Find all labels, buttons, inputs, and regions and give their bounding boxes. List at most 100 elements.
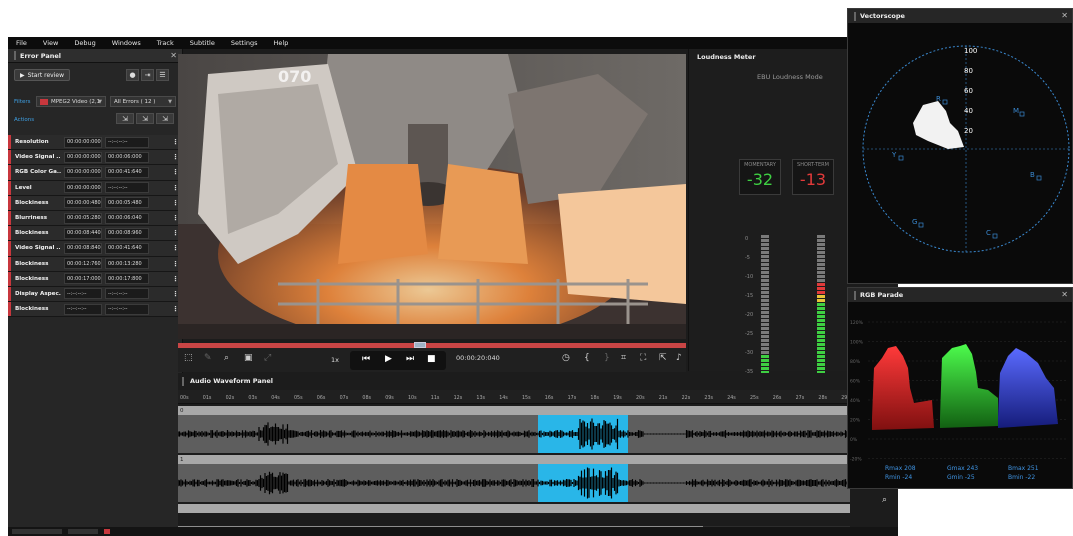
action-icon-2[interactable]: ⇲ <box>136 113 154 124</box>
mark-out-icon[interactable]: } <box>604 353 610 363</box>
error-start-time[interactable]: 00:00:00:000 <box>64 182 102 194</box>
error-row[interactable]: Blockiness --:--:--:-- --:--:--:-- ⋮ <box>8 302 183 318</box>
waveform-track-1[interactable] <box>177 464 850 502</box>
ruler-tick-label: 00s <box>180 396 189 401</box>
grip-icon[interactable] <box>14 51 16 60</box>
parade-scale-label: 40% <box>850 398 861 404</box>
playback-speed[interactable]: 1x <box>331 356 339 364</box>
error-start-time[interactable]: 00:00:00:480 <box>64 197 102 209</box>
mark-in-icon[interactable]: { <box>584 353 590 363</box>
error-start-time[interactable]: 00:00:05:280 <box>64 212 102 224</box>
ruler-tick-label: 16s <box>544 396 554 401</box>
error-start-time[interactable]: --:--:--:-- <box>64 303 102 315</box>
vectorscope-trace <box>913 101 964 149</box>
ruler-tick-label: 15s <box>522 396 531 401</box>
video-frame[interactable]: 070 <box>178 54 686 339</box>
green-channel <box>940 344 998 428</box>
menu-view[interactable]: View <box>43 39 58 47</box>
menu-windows[interactable]: Windows <box>112 39 141 47</box>
waveform-path <box>177 418 850 450</box>
select-tool-icon[interactable]: ⬚ <box>184 353 193 363</box>
close-icon[interactable]: ✕ <box>1061 11 1068 20</box>
grip-icon[interactable] <box>854 11 856 21</box>
error-row[interactable]: Level 00:00:00:000 --:--:--:-- ⋮ <box>8 180 183 196</box>
error-row[interactable]: Blurriness 00:00:05:280 00:00:06:040 ⋮ <box>8 210 183 227</box>
menu-file[interactable]: File <box>16 39 27 47</box>
error-end-time[interactable]: 00:00:17:800 <box>105 273 149 285</box>
menu-settings[interactable]: Settings <box>231 39 258 47</box>
meter-segment <box>761 307 769 310</box>
error-start-time[interactable]: 00:00:00:000 <box>64 151 102 163</box>
skip-back-icon[interactable]: ⏮ <box>362 354 370 364</box>
ruler-tick-label: 17s <box>567 396 577 401</box>
menu-track[interactable]: Track <box>157 39 174 47</box>
error-row[interactable]: Display Aspec... --:--:--:-- --:--:--:-- ⋮ <box>8 286 183 303</box>
error-row[interactable]: Blockiness 00:00:08:440 00:00:08:960 ⋮ <box>8 226 183 242</box>
error-start-time[interactable]: 00:00:00:000 <box>64 136 102 148</box>
error-row[interactable]: Video Signal ... 00:00:08:840 00:00:41:640… <box>8 241 183 257</box>
stream-filter-dropdown[interactable]: MPEG2 Video (2,1 ▼ <box>36 96 106 107</box>
error-row[interactable]: Blockiness 00:00:00:480 00:00:05:480 ⋮ <box>8 195 183 211</box>
action-icon-1[interactable]: ⇲ <box>116 113 134 124</box>
export-icon[interactable]: ⇥ <box>141 69 154 81</box>
close-icon[interactable]: ✕ <box>1061 290 1068 299</box>
skip-forward-icon[interactable]: ⏭ <box>406 354 414 364</box>
report-icon[interactable]: ☰ <box>156 69 169 81</box>
fullscreen-icon[interactable]: ⛶ <box>640 353 646 363</box>
zoom-fit-icon[interactable]: ⌕ <box>882 495 887 505</box>
error-end-time[interactable]: --:--:--:-- <box>105 288 149 300</box>
frame-icon[interactable]: ▣ <box>244 353 253 363</box>
error-row[interactable]: Video Signal ... 00:00:00:000 00:00:06:000… <box>8 150 183 166</box>
waveform-track-0[interactable] <box>177 415 850 453</box>
crop-icon[interactable]: ⌗ <box>621 353 626 363</box>
pen-icon[interactable]: ✎ <box>204 353 212 363</box>
momentary-value: -32 <box>746 170 774 189</box>
error-end-time[interactable]: --:--:--:-- <box>105 303 149 315</box>
error-end-time[interactable]: 00:00:06:040 <box>105 212 149 224</box>
error-end-time[interactable]: 00:00:05:480 <box>105 197 149 209</box>
error-start-time[interactable]: 00:00:08:840 <box>64 242 102 254</box>
action-icon-3[interactable]: ⇲ <box>156 113 174 124</box>
expand-icon[interactable]: ⤢ <box>264 353 271 363</box>
meter-segment <box>817 291 825 294</box>
error-end-time[interactable]: --:--:--:-- <box>105 136 149 148</box>
error-row[interactable]: RGB Color Ga... 00:00:00:000 00:00:41:640 ⋮ <box>8 165 183 181</box>
error-end-time[interactable]: 00:00:41:640 <box>105 242 149 254</box>
menu-help[interactable]: Help <box>274 39 289 47</box>
error-end-time[interactable]: 00:00:13:280 <box>105 258 149 270</box>
clock-icon[interactable]: ◷ <box>562 353 570 363</box>
error-type-dropdown[interactable]: All Errors ( 12 ) ▼ <box>110 96 176 107</box>
error-start-time[interactable]: 00:00:12:760 <box>64 258 102 270</box>
meter-segment <box>817 255 825 258</box>
close-icon[interactable]: ✕ <box>170 51 177 60</box>
track-footer <box>178 504 850 513</box>
rgb-parade-window: RGB Parade ✕ 120% 100% 80% 60% 40% 20% 0% -20% … <box>847 287 1073 489</box>
error-end-time[interactable]: 00:00:41:640 <box>105 166 149 178</box>
volume-icon[interactable]: ♪ <box>676 353 682 363</box>
popout-icon[interactable]: ⇱ <box>659 353 667 363</box>
grip-icon[interactable] <box>854 290 856 300</box>
error-row[interactable]: Resolution 00:00:00:000 --:--:--:-- ⋮ <box>8 135 183 151</box>
error-end-time[interactable]: 00:00:08:960 <box>105 227 149 239</box>
bulb-icon[interactable]: ● <box>126 69 139 81</box>
timecode[interactable]: 00:00:20:040 <box>456 354 500 362</box>
error-row[interactable]: Blockiness 00:00:12:760 00:00:13:280 ⋮ <box>8 256 183 272</box>
menu-debug[interactable]: Debug <box>74 39 95 47</box>
meter-segment <box>761 239 769 242</box>
error-end-time[interactable]: 00:00:06:000 <box>105 151 149 163</box>
error-row[interactable]: Blockiness 00:00:17:000 00:00:17:800 ⋮ <box>8 271 183 287</box>
start-review-button[interactable]: ▶ Start review <box>14 69 70 81</box>
stop-icon[interactable]: ■ <box>427 354 436 364</box>
zoom-icon[interactable]: ⌕ <box>224 353 229 363</box>
error-panel-title: Error Panel <box>20 51 62 60</box>
play-icon[interactable]: ▶ <box>385 354 392 364</box>
error-start-time[interactable]: 00:00:08:440 <box>64 227 102 239</box>
error-start-time[interactable]: 00:00:17:000 <box>64 273 102 285</box>
error-start-time[interactable]: 00:00:00:000 <box>64 166 102 178</box>
error-start-time[interactable]: --:--:--:-- <box>64 288 102 300</box>
menu-subtitle[interactable]: Subtitle <box>190 39 215 47</box>
grip-icon[interactable] <box>182 377 184 386</box>
meter-segment <box>817 295 825 298</box>
time-ruler[interactable]: 00s 01s 02s 03s 04s 05s 06s 07s 08s 09s 10s 11s 12s 1… <box>178 390 850 404</box>
error-end-time[interactable]: --:--:--:-- <box>105 182 149 194</box>
